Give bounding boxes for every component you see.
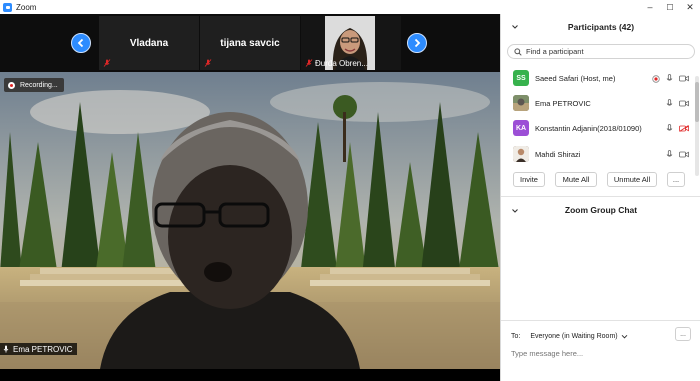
next-page-button[interactable] [407, 33, 427, 53]
search-icon [514, 47, 522, 56]
video-camera-icon[interactable] [679, 100, 689, 107]
participants-title: Participants (42) [567, 22, 635, 32]
side-panel: Participants (42) Find a participant SS … [500, 14, 700, 381]
chat-message-input[interactable] [511, 347, 691, 359]
avatar [513, 146, 529, 162]
video-camera-icon[interactable] [679, 151, 689, 158]
panel-divider [501, 196, 700, 197]
maximize-button[interactable]: ☐ [660, 0, 680, 14]
recipient-select[interactable]: Everyone (in Waiting Room) [530, 333, 627, 340]
search-input[interactable]: Find a participant [526, 47, 584, 56]
minimize-button[interactable]: – [640, 0, 660, 14]
recording-indicator[interactable]: Recording... [4, 78, 64, 92]
chevron-down-icon[interactable] [511, 23, 519, 31]
zoom-app-icon [3, 2, 12, 12]
avatar: SS [513, 70, 529, 86]
recording-label: Recording... [20, 81, 58, 89]
close-button[interactable]: ✕ [680, 0, 700, 14]
participant-name: Ema PETROVIC [535, 98, 591, 108]
meeting-controls-bar [0, 369, 500, 381]
active-speaker-video [0, 72, 500, 369]
more-options-button[interactable]: ... [667, 172, 685, 187]
thumbnail-name: Đurđa Obren... [315, 59, 368, 68]
video-camera-icon[interactable] [679, 75, 689, 82]
speaker-name: Ema PETROVIC [13, 344, 73, 354]
video-thumbnail[interactable]: tijana savcic [200, 16, 300, 70]
thumbnail-name: Vladana [129, 38, 169, 49]
muted-mic-icon [204, 59, 212, 67]
chat-divider [501, 320, 700, 321]
chevron-down-icon [621, 334, 627, 339]
mic-icon[interactable] [666, 124, 673, 133]
chat-more-button[interactable]: ... [675, 327, 691, 341]
unmute-all-button[interactable]: Unmute All [607, 172, 657, 187]
mic-icon[interactable] [666, 150, 673, 159]
participants-scrollbar[interactable] [695, 76, 699, 176]
chevron-left-icon [77, 38, 84, 48]
chevron-down-icon[interactable] [511, 207, 519, 215]
participant-name: Mahdi Shirazi [535, 149, 581, 159]
mic-icon [3, 345, 9, 353]
avatar: KA [513, 120, 529, 136]
mic-icon[interactable] [666, 99, 673, 108]
invite-button[interactable]: Invite [513, 172, 545, 187]
chevron-right-icon [414, 38, 421, 48]
previous-page-button[interactable] [71, 33, 91, 53]
participant-name: Saeed Safari (Host, me) [535, 73, 616, 83]
participant-search[interactable]: Find a participant [507, 44, 695, 59]
avatar [513, 95, 529, 111]
participant-row[interactable]: Mahdi Shirazi [501, 142, 693, 166]
scrollbar-thumb[interactable] [695, 82, 699, 122]
video-thumbnail[interactable]: Vladana [99, 16, 199, 70]
speaker-name-tag: Ema PETROVIC [0, 343, 77, 355]
participant-row[interactable]: Ema PETROVIC [501, 91, 693, 115]
avatar-photo [513, 146, 529, 162]
speaker-video-frame [0, 72, 500, 369]
muted-mic-icon [103, 59, 111, 67]
chat-title: Zoom Group Chat [564, 205, 638, 215]
muted-mic-icon [305, 59, 313, 67]
video-thumbnail[interactable]: Đurđa Obren... [301, 16, 401, 70]
avatar-photo [513, 95, 529, 111]
zoom-window: Zoom – ☐ ✕ Vladana tijana savcic Đurđa O… [0, 0, 700, 381]
title-bar: Zoom – ☐ ✕ [0, 0, 700, 14]
participants-header[interactable]: Participants (42) [501, 14, 700, 40]
participant-row[interactable]: SS Saeed Safari (Host, me) [501, 66, 693, 90]
participant-row[interactable]: KA Konstantin Adjanin(2018/01090) [501, 116, 693, 140]
video-off-icon[interactable] [679, 125, 689, 132]
chat-header[interactable]: Zoom Group Chat [501, 200, 700, 220]
thumbnail-strip: Vladana tijana savcic Đurđa Obren... [0, 14, 500, 72]
to-label: To: [511, 332, 521, 340]
participant-name: Konstantin Adjanin(2018/01090) [535, 123, 642, 133]
recipient-value: Everyone (in Waiting Room) [530, 332, 618, 340]
mic-icon[interactable] [666, 74, 673, 83]
window-title: Zoom [16, 2, 37, 12]
chat-recipient-row: To: Everyone (in Waiting Room) [511, 330, 628, 342]
mute-all-button[interactable]: Mute All [555, 172, 597, 187]
recording-icon [652, 74, 660, 83]
recording-icon [8, 81, 15, 89]
video-stage: Vladana tijana savcic Đurđa Obren... Rec… [0, 14, 500, 381]
thumbnail-name: tijana savcic [220, 38, 280, 49]
